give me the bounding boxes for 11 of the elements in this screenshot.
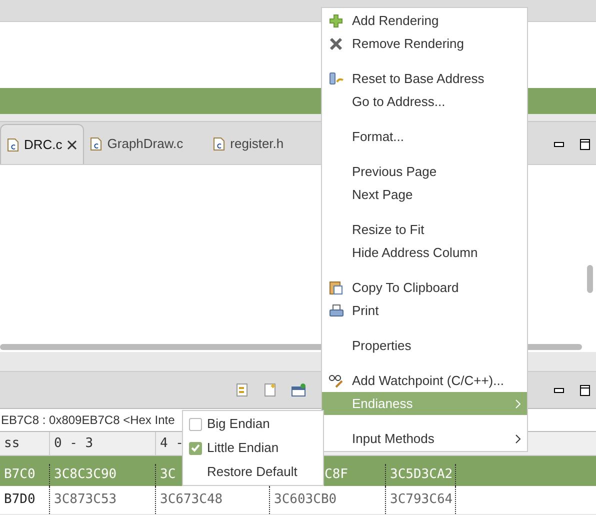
memory-cell-text: 3C5D3CA2 (390, 466, 453, 484)
memory-cell-text: C8F (324, 466, 348, 484)
memory-cell-text: B7C0 (4, 466, 36, 484)
memory-cell-text: 3C673C48 (160, 491, 223, 510)
memory-cell-text: 3C603CB0 (274, 491, 337, 510)
address-text: EB7C8 : 0x809EB7C8 <Hex Inte (1, 412, 175, 429)
memory-cell-text: 3C873C53 (54, 491, 117, 510)
memory-cell-text: B7D0 (4, 491, 36, 510)
memory-cell-text: 3C (160, 466, 176, 484)
memory-cell-text: 3C793C64 (390, 491, 453, 510)
memory-cell-text: 3C8C3C90 (54, 466, 117, 484)
